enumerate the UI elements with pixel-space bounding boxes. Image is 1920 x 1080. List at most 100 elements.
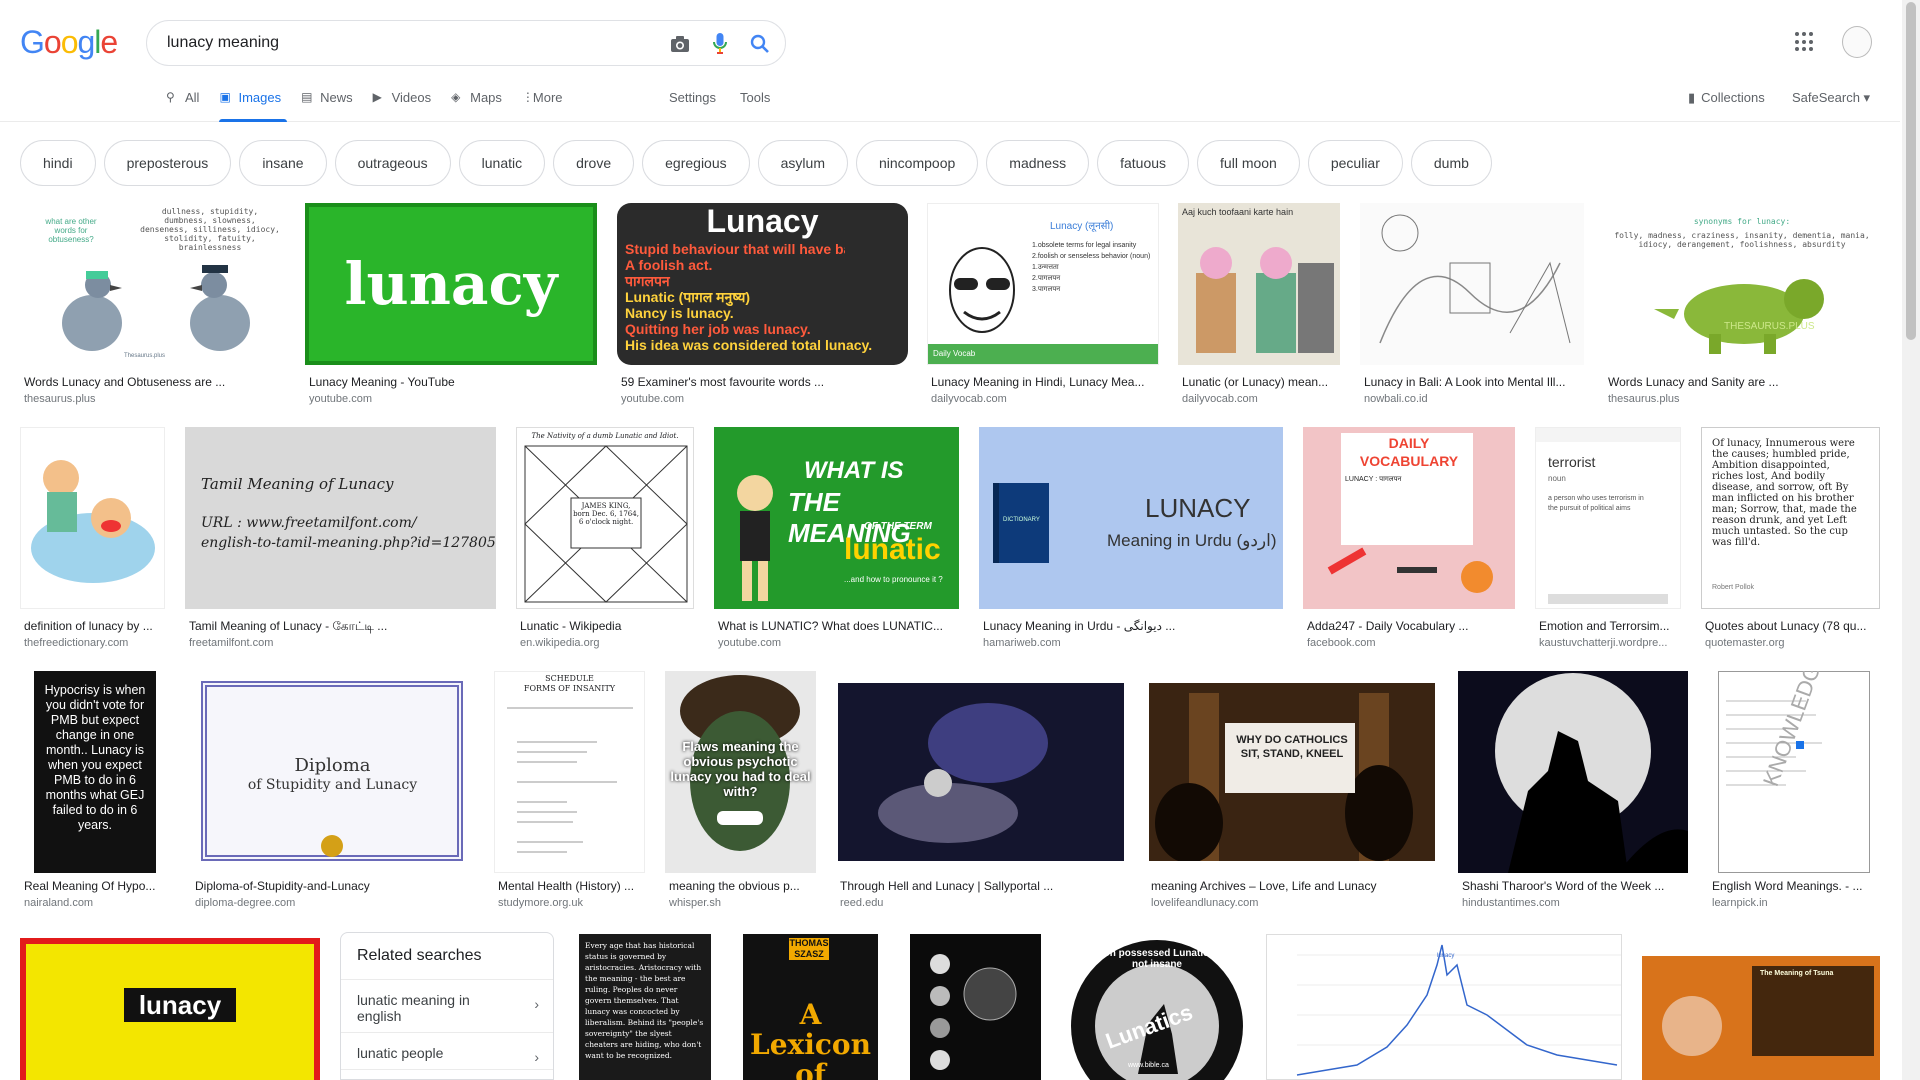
result-thumbnail[interactable] — [1458, 671, 1688, 873]
result-thumbnail[interactable]: DICTIONARY LUNACY Meaning in Urdu (اردو) — [979, 427, 1283, 609]
chip[interactable]: preposterous — [103, 140, 232, 186]
result-thumbnail[interactable]: Tamil Meaning of Lunacy URL : www.freeta… — [185, 427, 496, 609]
result-thumbnail[interactable]: DAILY VOCABULARY LUNACY : पागलपन — [1303, 427, 1515, 609]
image-result[interactable]: THOMAS SZASZ A Lexicon of Lunacy — [743, 934, 878, 1080]
result-thumbnail[interactable]: THOMAS SZASZ A Lexicon of Lunacy — [743, 934, 878, 1080]
result-title[interactable]: Shashi Tharoor's Word of the Week ... — [1462, 879, 1686, 893]
chip[interactable]: egregious — [642, 140, 750, 186]
chip[interactable]: full moon — [1197, 140, 1300, 186]
result-thumbnail[interactable]: Demon possessed Lunatics are not insane … — [1068, 934, 1246, 1080]
result-thumbnail[interactable]: Of lunacy, Innumerous were the causes; h… — [1701, 427, 1880, 609]
image-result[interactable]: Tamil Meaning of Lunacy URL : www.freeta… — [185, 427, 496, 652]
result-thumbnail[interactable]: Diploma of Stupidity and Lunacy — [191, 671, 474, 873]
vertical-scrollbar[interactable] — [1902, 0, 1920, 1080]
image-result[interactable]: Demon possessed Lunatics are not insane … — [1068, 934, 1246, 1080]
result-thumbnail[interactable]: Flaws meaning the obvious psychotic luna… — [665, 671, 816, 873]
result-title[interactable]: Words Lunacy and Sanity are ... — [1608, 375, 1877, 389]
result-title[interactable]: Lunacy in Bali: A Look into Mental Ill..… — [1364, 375, 1581, 389]
result-title[interactable]: Lunatic (or Lunacy) mean... — [1182, 375, 1337, 389]
chip[interactable]: fatuous — [1097, 140, 1190, 186]
result-title[interactable]: Tamil Meaning of Lunacy - கோட்டி ... — [189, 619, 489, 635]
result-source[interactable]: hindustantimes.com — [1462, 897, 1686, 909]
related-search-item[interactable]: lunatic people › — [341, 1033, 553, 1070]
result-source[interactable]: studymore.org.uk — [498, 897, 643, 909]
result-thumbnail[interactable] — [20, 427, 165, 609]
settings-link[interactable]: Settings — [669, 90, 716, 105]
result-title[interactable]: Emotion and Terrorsim... — [1539, 619, 1679, 633]
result-thumbnail[interactable]: Lunacy Stupid behaviour that will have b… — [617, 203, 908, 365]
image-result[interactable]: Diploma of Stupidity and Lunacy Diploma-… — [191, 671, 474, 916]
chip[interactable]: outrageous — [334, 140, 451, 186]
result-thumbnail[interactable]: lunacy — [305, 203, 597, 365]
image-result[interactable]: Lunacy Stupid behaviour that will have b… — [617, 203, 908, 405]
result-title[interactable]: Quotes about Lunacy (78 qu... — [1705, 619, 1880, 633]
result-source[interactable]: nairaland.com — [24, 897, 169, 909]
result-source[interactable]: dailyvocab.com — [931, 393, 1156, 405]
chip[interactable]: asylum — [757, 140, 848, 186]
result-thumbnail[interactable]: WHAT IS THE MEANING OF THE TERM lunatic … — [714, 427, 959, 609]
image-result[interactable]: Aaj kuch toofaani karte hain Lunatic (or… — [1178, 203, 1340, 405]
result-thumbnail[interactable]: Hypocrisy is when you didn't vote for PM… — [20, 671, 171, 873]
result-title[interactable]: Lunacy Meaning - YouTube — [309, 375, 594, 389]
tab-videos[interactable]: ▶ Videos — [373, 90, 432, 122]
tab-all[interactable]: ⚲ All — [166, 90, 199, 122]
result-thumbnail[interactable]: lunacy — [20, 938, 320, 1080]
image-result[interactable]: synonyms for lunacy: folly, madness, cra… — [1604, 203, 1880, 405]
image-result[interactable]: lunacy — [20, 938, 320, 1080]
related-search-item[interactable]: lunatic meaning in english › — [341, 980, 553, 1033]
result-title[interactable]: English Word Meanings. - ... — [1712, 879, 1880, 893]
result-thumbnail[interactable]: what are other words for obtuseness? dul… — [20, 203, 285, 365]
tab-images[interactable]: ▣ Images — [219, 90, 287, 122]
result-source[interactable]: lovelifeandlunacy.com — [1151, 897, 1435, 909]
image-result[interactable]: The Meaning of Tsuna — [1642, 934, 1880, 1080]
result-thumbnail[interactable]: Lunacy (लूनसी) 1.obsolete terms for lega… — [927, 203, 1159, 365]
result-source[interactable]: learnpick.in — [1712, 897, 1880, 909]
collections-link[interactable]: ▮ Collections — [1688, 90, 1765, 106]
image-result[interactable]: KNOWLEDGE College English Word Meanings.… — [1708, 671, 1880, 916]
image-result[interactable]: Every age that has historical status is … — [579, 934, 711, 1080]
result-title[interactable]: Diploma-of-Stupidity-and-Lunacy — [195, 879, 471, 893]
result-title[interactable]: Lunatic - Wikipedia — [520, 619, 690, 633]
result-thumbnail[interactable]: SCHEDULE FORMS OF INSANITY — [494, 671, 645, 873]
image-result[interactable]: Of lunacy, Innumerous were the causes; h… — [1701, 427, 1880, 652]
result-title[interactable]: Mental Health (History) ... — [498, 879, 643, 893]
image-result[interactable]: Through Hell and Lunacy | Sallyportal ..… — [836, 671, 1127, 916]
image-result[interactable]: WHY DO CATHOLICS SIT, STAND, KNEEL meani… — [1147, 671, 1438, 916]
result-source[interactable]: nowbali.co.id — [1364, 393, 1581, 405]
chip[interactable]: nincompoop — [856, 140, 979, 186]
search-box[interactable]: lunacy meaning — [146, 20, 786, 66]
result-thumbnail[interactable]: lunacy — [1266, 934, 1622, 1080]
result-source[interactable]: youtube.com — [621, 393, 905, 405]
chip[interactable]: madness — [986, 140, 1090, 186]
result-source[interactable]: dailyvocab.com — [1182, 393, 1337, 405]
result-thumbnail[interactable] — [836, 671, 1127, 873]
apps-icon[interactable] — [1795, 32, 1815, 52]
mic-icon[interactable] — [708, 32, 732, 56]
result-source[interactable]: kaustuvchatterji.wordpre... — [1539, 637, 1679, 649]
result-title[interactable]: What is LUNATIC? What does LUNATIC... — [718, 619, 956, 633]
image-result[interactable]: lunacy Lunacy Meaning - YouTube youtube.… — [305, 203, 597, 405]
chip[interactable]: hindi — [20, 140, 96, 186]
result-title[interactable]: Words Lunacy and Obtuseness are ... — [24, 375, 282, 389]
chip[interactable]: dumb — [1410, 140, 1492, 186]
scrollbar-thumb[interactable] — [1906, 2, 1916, 340]
chip[interactable]: insane — [239, 140, 327, 186]
tools-link[interactable]: Tools — [740, 90, 770, 105]
result-source[interactable]: whisper.sh — [669, 897, 814, 909]
image-result[interactable]: lunacy — [1266, 934, 1622, 1080]
image-result[interactable]: DAILY VOCABULARY LUNACY : पागलपन Adda247… — [1303, 427, 1515, 652]
result-source[interactable]: youtube.com — [718, 637, 956, 649]
search-input[interactable]: lunacy meaning — [167, 34, 279, 52]
result-source[interactable]: youtube.com — [309, 393, 594, 405]
google-logo[interactable]: Google — [20, 24, 118, 61]
image-result[interactable]: what are other words for obtuseness? dul… — [20, 203, 285, 405]
result-thumbnail[interactable]: The Meaning of Tsuna — [1642, 934, 1880, 1080]
result-source[interactable]: en.wikipedia.org — [520, 637, 690, 649]
result-title[interactable]: Real Meaning Of Hypo... — [24, 879, 169, 893]
result-source[interactable]: thefreedictionary.com — [24, 637, 164, 649]
result-thumbnail[interactable]: Aaj kuch toofaani karte hain — [1178, 203, 1340, 365]
image-result[interactable]: WHAT IS THE MEANING OF THE TERM lunatic … — [714, 427, 959, 652]
image-result[interactable]: DICTIONARY LUNACY Meaning in Urdu (اردو)… — [979, 427, 1283, 652]
result-source[interactable]: diploma-degree.com — [195, 897, 471, 909]
image-result[interactable]: definition of lunacy by ... thefreedicti… — [20, 427, 165, 652]
